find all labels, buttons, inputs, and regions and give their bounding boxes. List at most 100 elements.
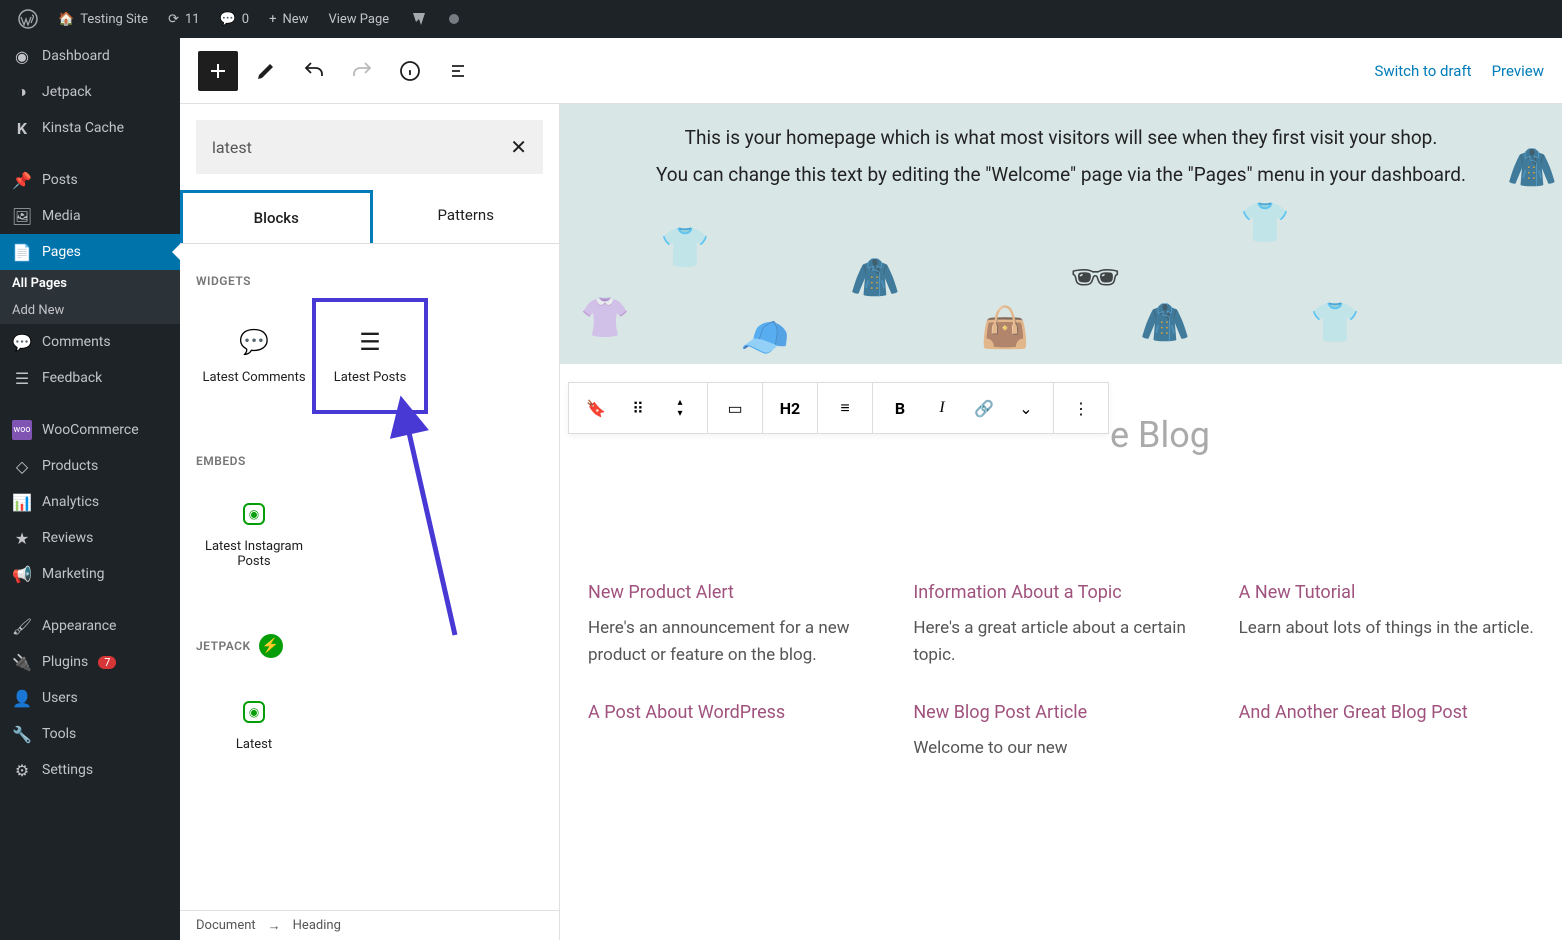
menu-woocommerce[interactable]: wooWooCommerce xyxy=(0,412,180,448)
post-title[interactable]: A New Tutorial xyxy=(1239,580,1534,605)
breadcrumb-heading[interactable]: Heading xyxy=(293,918,341,933)
menu-label: Users xyxy=(42,690,78,706)
more-formatting-button[interactable]: ⌄ xyxy=(1005,384,1047,432)
menu-reviews[interactable]: ★Reviews xyxy=(0,520,180,556)
post-item[interactable]: A New TutorialLearn about lots of things… xyxy=(1239,580,1534,670)
italic-button[interactable]: I xyxy=(921,384,963,432)
menu-pages[interactable]: 📄Pages xyxy=(0,234,180,270)
decoration-icon: 👚 xyxy=(580,294,630,341)
align-button[interactable]: ▭ xyxy=(714,384,756,432)
menu-jetpack[interactable]: ◑Jetpack xyxy=(0,74,180,110)
post-title[interactable]: New Blog Post Article xyxy=(913,700,1208,725)
menu-plugins[interactable]: 🔌Plugins7 xyxy=(0,644,180,680)
clear-search-icon[interactable]: ✕ xyxy=(510,135,527,159)
menu-kinsta[interactable]: K Kinsta Cache xyxy=(0,110,180,146)
yoast-icon[interactable] xyxy=(399,0,439,38)
menu-label: WooCommerce xyxy=(42,422,139,438)
updates-link[interactable]: ⟳11 xyxy=(158,0,210,38)
latest-posts-block[interactable]: New Product AlertHere's an announcement … xyxy=(580,566,1542,776)
block-latest-instagram[interactable]: ◉ Latest Instagram Posts xyxy=(196,478,312,594)
menu-appearance[interactable]: 🖌Appearance xyxy=(0,608,180,644)
menu-label: Kinsta Cache xyxy=(42,120,124,136)
post-title[interactable]: And Another Great Blog Post xyxy=(1239,700,1534,725)
menu-marketing[interactable]: 📢Marketing xyxy=(0,556,180,592)
menu-products[interactable]: ◇Products xyxy=(0,448,180,484)
post-item[interactable]: New Product AlertHere's an announcement … xyxy=(588,580,883,670)
switch-to-draft[interactable]: Switch to draft xyxy=(1374,62,1471,80)
more-options-button[interactable]: ⋮ xyxy=(1060,384,1102,432)
breadcrumb-document[interactable]: Document xyxy=(196,918,256,933)
decoration-icon: 🧢 xyxy=(740,314,790,361)
block-latest-jetpack[interactable]: ◉ Latest xyxy=(196,668,312,784)
plug-icon: 🔌 xyxy=(12,652,32,672)
kinsta-icon: K xyxy=(12,118,32,138)
post-title[interactable]: New Product Alert xyxy=(588,580,883,605)
menu-feedback[interactable]: ☰Feedback xyxy=(0,360,180,396)
preview-button[interactable]: Preview xyxy=(1492,62,1544,80)
wrench-icon: 🔧 xyxy=(12,724,32,744)
heading-block[interactable]: e Blog xyxy=(1110,414,1542,456)
new-link[interactable]: +New xyxy=(259,0,318,38)
menu-label: Reviews xyxy=(42,530,93,546)
block-toolbar: 🔖 ⠿ ▴▾ ▭ H2 ≡ B I 🔗 ⌄ ⋮ xyxy=(568,382,1109,434)
hero-block[interactable]: This is your homepage which is what most… xyxy=(560,104,1562,364)
plus-icon: + xyxy=(269,12,276,27)
inserter-toggle[interactable] xyxy=(198,51,238,91)
menu-dashboard[interactable]: ◉Dashboard xyxy=(0,38,180,74)
wp-logo[interactable] xyxy=(8,0,48,38)
heading-level-button[interactable]: H2 xyxy=(769,384,811,432)
section-jetpack: JETPACK⚡ xyxy=(196,634,543,658)
outline-button[interactable] xyxy=(438,51,478,91)
post-item[interactable]: New Blog Post Article Welcome to our new xyxy=(913,700,1208,762)
info-button[interactable] xyxy=(390,51,430,91)
redo-button[interactable] xyxy=(342,51,382,91)
post-item[interactable]: And Another Great Blog Post xyxy=(1239,700,1534,762)
block-editor: Switch to draft Preview ✕ Blocks Pattern… xyxy=(180,38,1562,940)
site-link[interactable]: 🏠Testing Site xyxy=(48,0,158,38)
editor-canvas[interactable]: This is your homepage which is what most… xyxy=(560,104,1562,940)
text-align-button[interactable]: ≡ xyxy=(824,384,866,432)
jetpack-badge-icon: ⚡ xyxy=(259,634,283,658)
menu-label: Products xyxy=(42,458,98,474)
block-search-input[interactable] xyxy=(212,138,510,157)
menu-analytics[interactable]: 📊Analytics xyxy=(0,484,180,520)
undo-button[interactable] xyxy=(294,51,334,91)
menu-settings[interactable]: ⚙Settings xyxy=(0,752,180,788)
post-title[interactable]: Information About a Topic xyxy=(913,580,1208,605)
view-page-link[interactable]: View Page xyxy=(318,0,399,38)
status-dot[interactable] xyxy=(439,0,469,38)
post-item[interactable]: Information About a TopicHere's a great … xyxy=(913,580,1208,670)
menu-tools[interactable]: 🔧 Tools xyxy=(0,716,180,752)
post-excerpt: Welcome to our new xyxy=(913,735,1208,762)
block-latest-posts[interactable]: ☰ Latest Posts xyxy=(312,298,428,414)
menu-users[interactable]: 👤 Users xyxy=(0,680,180,716)
post-item[interactable]: A Post About WordPress xyxy=(588,700,883,762)
bold-button[interactable]: B xyxy=(879,384,921,432)
updates-count: 11 xyxy=(185,12,200,27)
comments-link[interactable]: 💬0 xyxy=(210,0,260,38)
block-label: Latest Posts xyxy=(334,370,407,385)
comments-count: 0 xyxy=(242,12,249,27)
feedback-icon: ☰ xyxy=(12,368,32,388)
user-icon: 👤 xyxy=(12,688,32,708)
menu-media[interactable]: 🖼Media xyxy=(0,198,180,234)
menu-comments[interactable]: 💬Comments xyxy=(0,324,180,360)
block-type-icon[interactable]: 🔖 xyxy=(575,384,617,432)
post-title[interactable]: A Post About WordPress xyxy=(588,700,883,725)
block-latest-comments[interactable]: 💬 Latest Comments xyxy=(196,298,312,414)
move-arrows[interactable]: ▴▾ xyxy=(659,384,701,432)
comment-icon: 💬 xyxy=(220,12,236,27)
tab-blocks[interactable]: Blocks xyxy=(180,190,373,243)
submenu-add-new[interactable]: Add New xyxy=(0,297,180,324)
menu-label: Pages xyxy=(42,244,81,260)
tab-patterns[interactable]: Patterns xyxy=(373,190,560,243)
hero-text-1[interactable]: This is your homepage which is what most… xyxy=(590,124,1532,153)
hero-text-2[interactable]: You can change this text by editing the … xyxy=(590,161,1532,190)
menu-posts[interactable]: 📌Posts xyxy=(0,162,180,198)
submenu-all-pages[interactable]: All Pages xyxy=(0,270,180,297)
block-search: ✕ xyxy=(196,120,543,174)
edit-mode-button[interactable] xyxy=(246,51,286,91)
menu-label: Tools xyxy=(42,726,76,742)
link-button[interactable]: 🔗 xyxy=(963,384,1005,432)
drag-handle-icon[interactable]: ⠿ xyxy=(617,384,659,432)
